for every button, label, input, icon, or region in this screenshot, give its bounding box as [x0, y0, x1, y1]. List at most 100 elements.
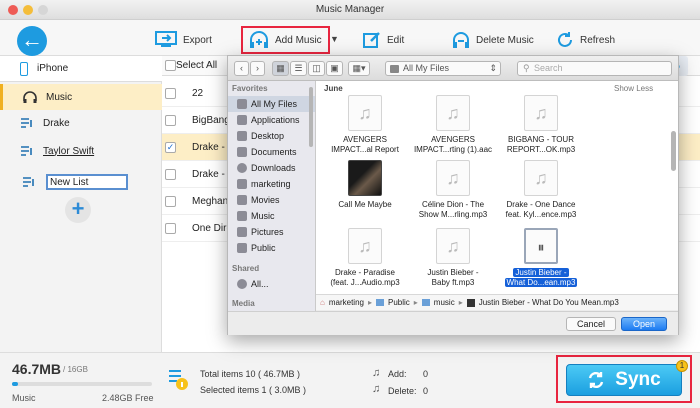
refresh-button[interactable]: Refresh	[556, 28, 615, 52]
file-name-line1: AVENGERS	[343, 135, 387, 144]
sidebar-device[interactable]: iPhone	[0, 56, 162, 82]
list-view-button[interactable]: ☰	[290, 61, 307, 76]
music-file-icon: ♫	[436, 228, 470, 264]
cancel-button[interactable]: Cancel	[566, 317, 616, 331]
file-name-line2: REPORT...OK.mp3	[506, 145, 576, 154]
favorite-label: Desktop	[251, 131, 285, 141]
file-tile[interactable]: ♫ Justin Bieber - Baby ft.mp3	[413, 228, 493, 288]
add-music-dropdown-icon[interactable]: ▼	[330, 34, 339, 44]
row-checkbox[interactable]	[165, 168, 176, 180]
sync-button[interactable]: Sync	[566, 364, 682, 396]
favorite-downloads[interactable]: Downloads	[228, 160, 315, 176]
show-less-link[interactable]: Show Less	[614, 84, 653, 93]
sync-icon	[589, 371, 604, 389]
dialog-toolbar: ‹ › ▦ ☰ ◫ ▣ ▦▾ All My Files ⇕ Search ⚲	[228, 56, 678, 81]
path-segment[interactable]: Public	[388, 298, 410, 307]
favorite-label: Applications	[251, 115, 300, 125]
favorite-all-my-files[interactable]: All My Files	[228, 96, 315, 112]
cover-flow-button[interactable]: ▣	[326, 61, 343, 76]
back-nav-button[interactable]: ‹	[234, 61, 249, 76]
folder-icon	[390, 64, 399, 73]
delete-music-button[interactable]: Delete Music	[452, 28, 534, 52]
edit-icon	[363, 32, 380, 48]
sidebar-scrollbar[interactable]	[309, 87, 313, 147]
file-tile-selected[interactable]: ⏸ Justin Bieber - What Do...ean.mp3	[501, 228, 581, 288]
row-checkbox[interactable]	[165, 222, 176, 234]
shared-all[interactable]: All...	[228, 276, 315, 292]
new-list-input[interactable]: New List	[46, 174, 128, 190]
public-folder-icon	[237, 243, 247, 253]
open-button[interactable]: Open	[621, 317, 667, 331]
icon-view-button[interactable]: ▦	[272, 61, 289, 76]
export-label: Export	[183, 34, 212, 46]
music-file-icon: ♫	[524, 95, 558, 131]
headphones-add-icon	[250, 31, 268, 48]
file-tile[interactable]: ♫ Céline Dion - The Show M...rling.mp3	[413, 160, 493, 220]
file-name-line1: Céline Dion - The	[421, 200, 485, 209]
favorite-desktop[interactable]: Desktop	[228, 128, 315, 144]
path-segment[interactable]: music	[434, 298, 455, 307]
row-checkbox[interactable]	[165, 87, 176, 99]
back-button[interactable]: ←	[17, 26, 47, 56]
favorite-movies[interactable]: Movies	[228, 192, 315, 208]
favorite-public[interactable]: Public	[228, 240, 315, 256]
edit-button[interactable]: Edit	[363, 28, 404, 52]
sidebar-item-label: Taylor Swift	[43, 145, 95, 157]
file-tile[interactable]: Call Me Maybe	[325, 160, 405, 210]
browser-scrollbar[interactable]	[671, 131, 676, 171]
refresh-icon	[558, 32, 572, 47]
favorite-marketing[interactable]: marketing	[228, 176, 315, 192]
storage-used: 46.7MB	[12, 361, 62, 377]
sidebar-item-music[interactable]: Music	[0, 84, 162, 110]
pause-file-icon: ⏸	[524, 228, 558, 264]
file-tile[interactable]: ♫ AVENGERS IMPACT...rting (1).aac	[413, 95, 493, 155]
sidebar-item-taylor-swift[interactable]: Taylor Swift	[0, 138, 162, 164]
add-playlist-button[interactable]: +	[65, 197, 91, 223]
path-bar: ⌂ marketing ▸ Public ▸ music ▸ Justin Bi…	[316, 294, 678, 310]
shared-label: All...	[251, 279, 269, 289]
downloads-icon	[237, 163, 247, 173]
file-name-line1: AVENGERS	[431, 135, 475, 144]
path-segment[interactable]: marketing	[329, 298, 364, 307]
search-input[interactable]: Search	[517, 61, 672, 76]
pictures-icon	[237, 227, 247, 237]
add-note-icon: ♫	[372, 367, 381, 379]
row-checkbox[interactable]	[165, 114, 176, 126]
desktop-icon	[237, 131, 247, 141]
media-header: Media	[232, 299, 255, 308]
file-tile[interactable]: ♫ Drake - One Dance feat. Kyl...ence.mp3	[501, 160, 581, 220]
favorite-applications[interactable]: Applications	[228, 112, 315, 128]
location-dropdown[interactable]: All My Files ⇕	[385, 61, 501, 76]
favorite-documents[interactable]: Documents	[228, 144, 315, 160]
forward-nav-button[interactable]: ›	[250, 61, 265, 76]
select-all-checkbox[interactable]	[165, 60, 176, 71]
selected-items: Selected items 1 ( 3.0MB )	[200, 385, 307, 395]
row-checkbox-checked[interactable]: ✓	[165, 141, 176, 153]
file-tile[interactable]: ♫ BIGBANG - TOUR REPORT...OK.mp3	[501, 95, 581, 155]
file-tile[interactable]: ♫ Drake - Paradise (feat. J...Audio.mp3	[325, 228, 405, 288]
column-view-button[interactable]: ◫	[308, 61, 325, 76]
music-file-icon: ♫	[524, 160, 558, 196]
sidebar: iPhone Music Drake Taylor Swift New List…	[0, 56, 162, 352]
favorites-header: Favorites	[232, 84, 268, 93]
favorite-label: marketing	[251, 179, 291, 189]
favorite-music[interactable]: Music	[228, 208, 315, 224]
export-button[interactable]: Export	[155, 28, 212, 52]
music-file-icon: ♫	[436, 95, 470, 131]
info-list-icon	[169, 370, 188, 390]
row-checkbox[interactable]	[165, 195, 176, 207]
path-segment[interactable]: Justin Bieber - What Do You Mean.mp3	[479, 298, 619, 307]
favorite-pictures[interactable]: Pictures	[228, 224, 315, 240]
music-file-icon: ♫	[348, 95, 382, 131]
song-name: 22	[192, 87, 204, 99]
sync-badge: 1	[676, 360, 688, 372]
path-separator-icon: ▸	[458, 298, 463, 307]
sidebar-item-drake[interactable]: Drake	[0, 110, 162, 136]
file-tile[interactable]: ♫ AVENGERS IMPACT...al Report	[325, 95, 405, 155]
storage-bar	[12, 382, 152, 386]
playlist-icon	[21, 146, 32, 156]
window-title: Music Manager	[315, 4, 385, 15]
add-music-button[interactable]: Add Music	[241, 26, 330, 54]
favorite-label: Documents	[251, 147, 297, 157]
arrange-button[interactable]: ▦▾	[348, 61, 370, 76]
